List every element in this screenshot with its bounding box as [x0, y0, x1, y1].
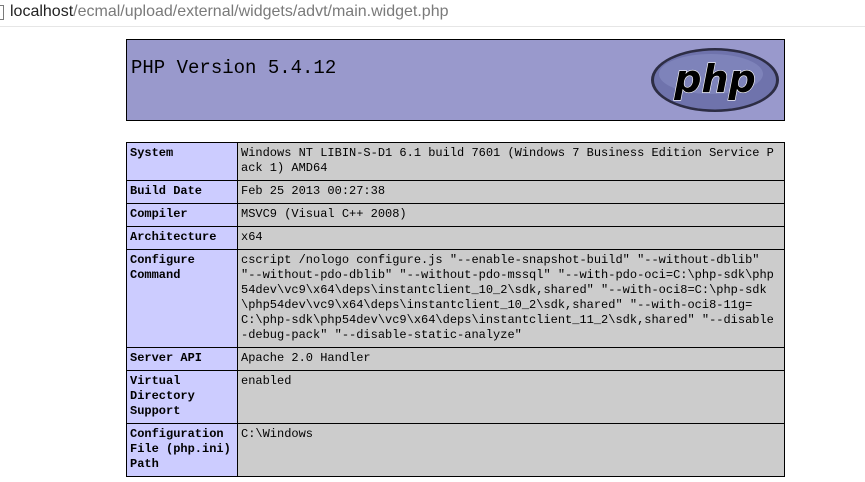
- logo-text: php: [673, 57, 755, 101]
- php-logo-icon[interactable]: php: [649, 46, 781, 114]
- address-url[interactable]: localhost/ecmal/upload/external/widgets/…: [10, 2, 448, 22]
- php-version-header: PHP Version 5.4.12 php: [126, 39, 785, 121]
- row-value: enabled: [237, 370, 785, 424]
- row-label: Compiler: [126, 203, 238, 227]
- row-label: Build Date: [126, 180, 238, 204]
- table-row: Build Date Feb 25 2013 00:27:38: [126, 180, 785, 204]
- url-path: /ecmal/upload/external/widgets/advt/main…: [73, 3, 449, 20]
- row-value: x64: [237, 226, 785, 250]
- row-value: MSVC9 (Visual C++ 2008): [237, 203, 785, 227]
- row-value: Apache 2.0 Handler: [237, 347, 785, 371]
- table-row: Server API Apache 2.0 Handler: [126, 347, 785, 371]
- row-label: System: [126, 142, 238, 181]
- row-value: Feb 25 2013 00:27:38: [237, 180, 785, 204]
- row-label: Architecture: [126, 226, 238, 250]
- row-value: cscript /nologo configure.js "--enable-s…: [237, 249, 785, 348]
- browser-address-bar[interactable]: localhost/ecmal/upload/external/widgets/…: [0, 0, 865, 27]
- table-row: Virtual Directory Support enabled: [126, 370, 785, 424]
- table-row: Compiler MSVC9 (Visual C++ 2008): [126, 203, 785, 227]
- php-info-table: System Windows NT LIBIN-S-D1 6.1 build 7…: [126, 142, 785, 477]
- row-label: Virtual Directory Support: [126, 370, 238, 424]
- row-label: Configure Command: [126, 249, 238, 348]
- row-label: Server API: [126, 347, 238, 371]
- page-icon: [0, 5, 4, 20]
- table-row: System Windows NT LIBIN-S-D1 6.1 build 7…: [126, 142, 785, 181]
- row-value: Windows NT LIBIN-S-D1 6.1 build 7601 (Wi…: [237, 142, 785, 181]
- table-row: Configure Command cscript /nologo config…: [126, 249, 785, 348]
- table-row: Configuration File (php.ini) Path C:\Win…: [126, 423, 785, 477]
- row-value: C:\Windows: [237, 423, 785, 477]
- url-host: localhost: [10, 3, 74, 20]
- page-title: PHP Version 5.4.12: [131, 57, 337, 79]
- row-label: Configuration File (php.ini) Path: [126, 423, 238, 477]
- table-row: Architecture x64: [126, 226, 785, 250]
